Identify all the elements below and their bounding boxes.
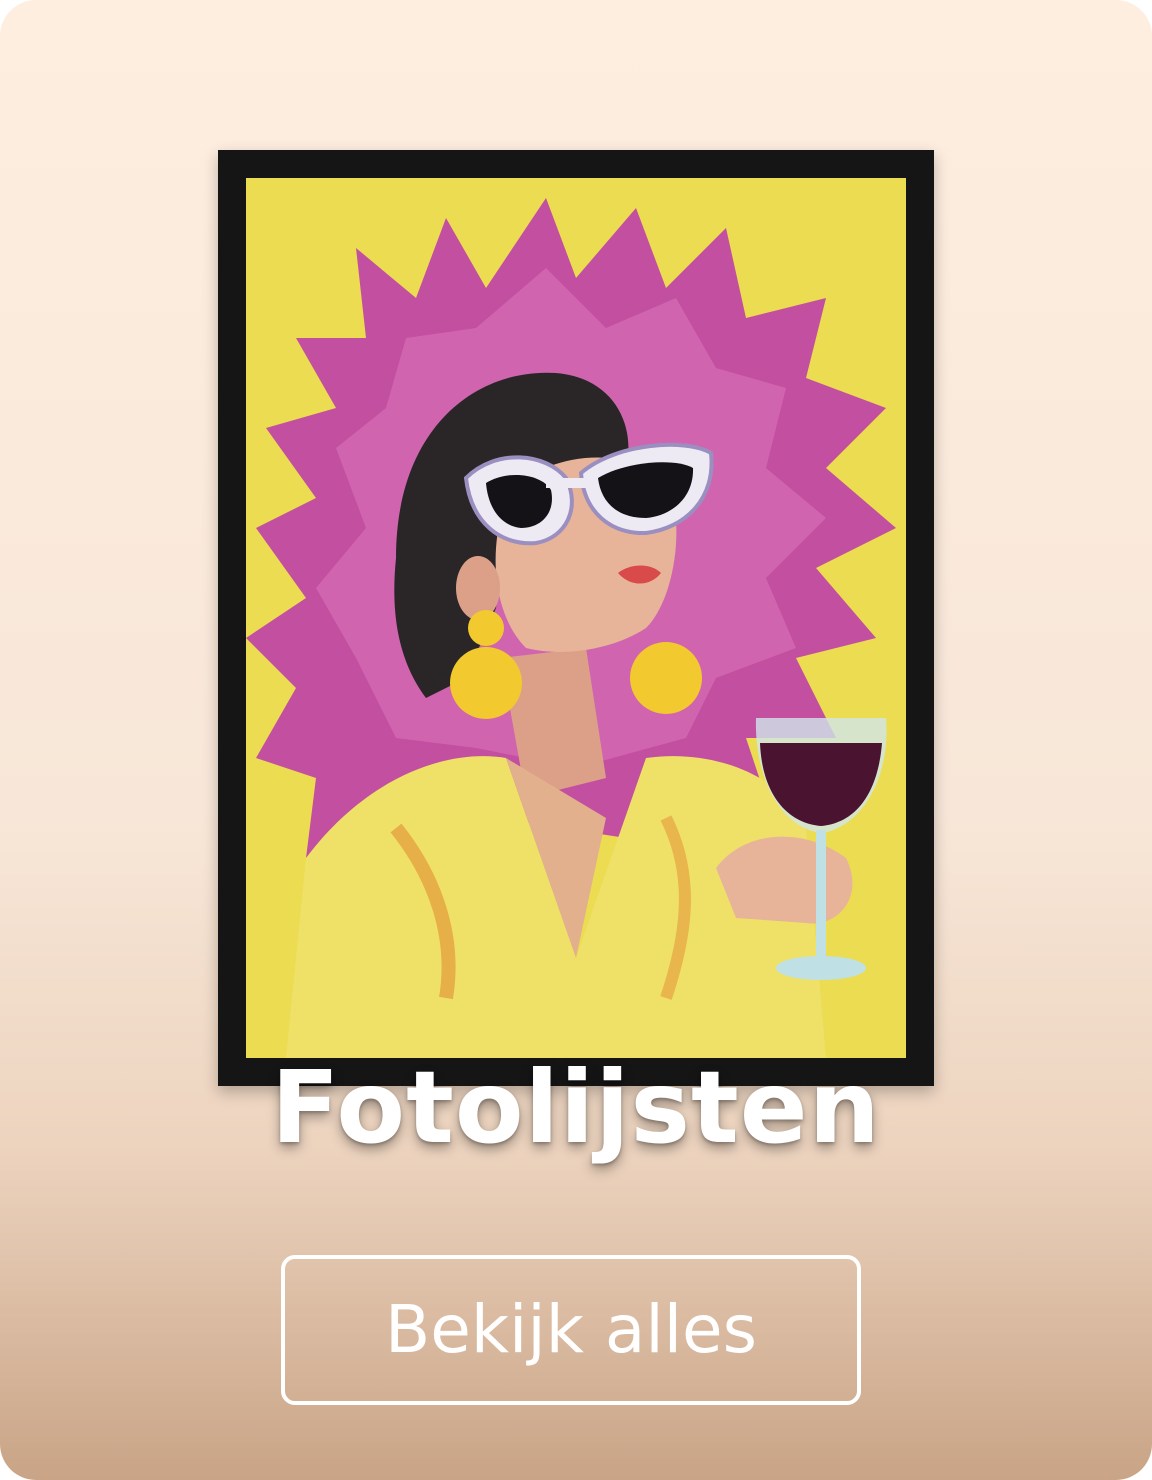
poster-artwork — [246, 178, 906, 1058]
framed-poster-image — [246, 178, 906, 1058]
category-card[interactable]: Fotolijsten Bekijk alles — [0, 0, 1152, 1480]
category-title: Fotolijsten — [271, 1049, 881, 1166]
view-all-button[interactable]: Bekijk alles — [281, 1255, 861, 1405]
poster-frame — [218, 150, 934, 1086]
